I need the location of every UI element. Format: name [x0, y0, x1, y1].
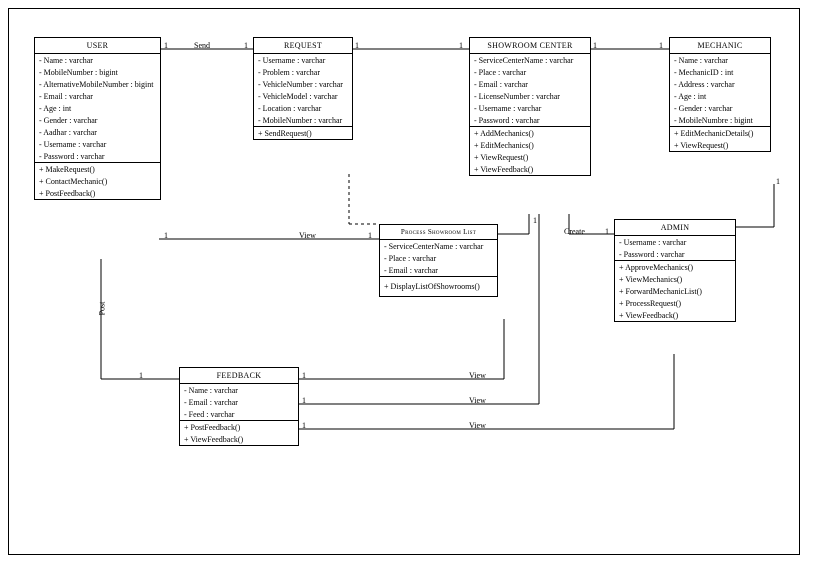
mult: 1 [459, 41, 463, 50]
class-title: MECHANIC [670, 38, 770, 54]
op: + EditMechanicDetails() [670, 127, 770, 139]
attr: - Username : varchar [470, 102, 590, 114]
attr: - LicenseNumber : varchar [470, 90, 590, 102]
attr: - Place : varchar [470, 66, 590, 78]
class-title: FEEDBACK [180, 368, 298, 384]
attr: - VehicleNumber : varchar [254, 78, 352, 90]
class-admin: ADMIN - Username : varchar - Password : … [614, 219, 736, 322]
assoc-send: Send [194, 41, 210, 50]
attr: - Feed : varchar [180, 408, 298, 420]
class-title: SHOWROOM CENTER [470, 38, 590, 54]
attr: - MobileNumber : varchar [254, 114, 352, 126]
mult: 1 [776, 177, 780, 186]
op: + ViewFeedback() [470, 163, 590, 175]
attr: - Gender : varchar [35, 114, 160, 126]
op: + ViewFeedback() [615, 309, 735, 321]
assoc-view: View [299, 231, 316, 240]
op: + ViewFeedback() [180, 433, 298, 445]
op: + AddMechanics() [470, 127, 590, 139]
diagram-frame: USER - Name : varchar - MobileNumber : b… [8, 8, 800, 555]
op: + ViewMechanics() [615, 273, 735, 285]
assoc-view: View [469, 371, 486, 380]
class-title: REQUEST [254, 38, 352, 54]
class-showroom-center: SHOWROOM CENTER - ServiceCenterName : va… [469, 37, 591, 176]
assoc-create: Create [564, 227, 585, 236]
op: + ForwardMechanicList() [615, 285, 735, 297]
attr: - Address : varchar [670, 78, 770, 90]
mult: 1 [593, 41, 597, 50]
op: + EditMechanics() [470, 139, 590, 151]
mult: 1 [244, 41, 248, 50]
mult: 1 [533, 216, 537, 225]
class-request: REQUEST - Username : varchar - Problem :… [253, 37, 353, 140]
assoc-view: View [469, 421, 486, 430]
mult: 1 [302, 421, 306, 430]
class-feedback: FEEDBACK - Name : varchar - Email : varc… [179, 367, 299, 446]
attr: - VehicleModel : varchar [254, 90, 352, 102]
attr: - Username : varchar [615, 236, 735, 248]
op: + ViewRequest() [670, 139, 770, 151]
attr: - MobileNumber : bigint [35, 66, 160, 78]
class-user: USER - Name : varchar - MobileNumber : b… [34, 37, 161, 200]
attr: - Username : varchar [35, 138, 160, 150]
mult: 1 [355, 41, 359, 50]
attr: - Email : varchar [180, 396, 298, 408]
class-title: Process Showroom List [380, 225, 497, 240]
op: + SendRequest() [254, 127, 352, 139]
mult: 1 [605, 227, 609, 236]
attr: - Email : varchar [35, 90, 160, 102]
attr: - Email : varchar [470, 78, 590, 90]
op: + ViewRequest() [470, 151, 590, 163]
attr: - Gender : varchar [670, 102, 770, 114]
attr: - Place : varchar [380, 252, 497, 264]
attr: - Email : varchar [380, 264, 497, 276]
attr: - Aadhar : varchar [35, 126, 160, 138]
assoc-view: View [469, 396, 486, 405]
assoc-post: Post [97, 302, 106, 316]
attr: - ServiceCenterName : varchar [470, 54, 590, 66]
attr: - MechanicID : int [670, 66, 770, 78]
attr: - Name : varchar [35, 54, 160, 66]
attr: - Password : varchar [470, 114, 590, 126]
attr: - ServiceCenterName : varchar [380, 240, 497, 252]
attr: - Name : varchar [670, 54, 770, 66]
attr: - Problem : varchar [254, 66, 352, 78]
mult: 1 [164, 41, 168, 50]
attr: - Age : int [35, 102, 160, 114]
class-mechanic: MECHANIC - Name : varchar - MechanicID :… [669, 37, 771, 152]
mult: 1 [139, 371, 143, 380]
attr: - Name : varchar [180, 384, 298, 396]
mult: 1 [164, 231, 168, 240]
attr: - Password : varchar [35, 150, 160, 162]
op: + ProcessRequest() [615, 297, 735, 309]
class-process-showroom-list: Process Showroom List - ServiceCenterNam… [379, 224, 498, 297]
attr: - AlternativeMobileNumber : bigint [35, 78, 160, 90]
attr: - Username : varchar [254, 54, 352, 66]
op: + ApproveMechanics() [615, 261, 735, 273]
mult: 1 [659, 41, 663, 50]
attr: - MobileNumbre : bigint [670, 114, 770, 126]
attr: - Age : int [670, 90, 770, 102]
op: + MakeRequest() [35, 163, 160, 175]
mult: 1 [368, 231, 372, 240]
class-title: ADMIN [615, 220, 735, 236]
op: + PostFeedback() [180, 421, 298, 433]
class-title: USER [35, 38, 160, 54]
op: + DisplayListOfShowrooms() [380, 277, 497, 296]
op: + PostFeedback() [35, 187, 160, 199]
mult: 1 [302, 396, 306, 405]
op: + ContactMechanic() [35, 175, 160, 187]
attr: - Password : varchar [615, 248, 735, 260]
attr: - Location : varchar [254, 102, 352, 114]
mult: 1 [302, 371, 306, 380]
